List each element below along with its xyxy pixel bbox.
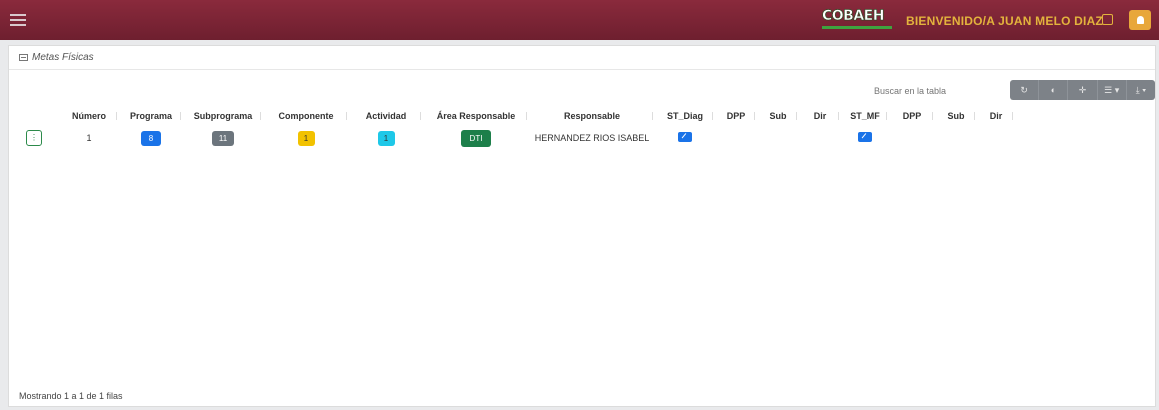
- row-options-button[interactable]: ⋮: [26, 130, 42, 146]
- cell-dir-2: [977, 126, 1015, 150]
- fullscreen-button[interactable]: ✛: [1068, 80, 1098, 100]
- col-dpp[interactable]: DPP: [715, 106, 757, 126]
- table-row: ⋮ 1 8 11 1 1 DTI HERNANDEZ RIOS ISABEL: [9, 126, 1015, 150]
- toggle-view-button[interactable]: ◐: [1039, 80, 1069, 100]
- st-mf-edit-icon[interactable]: [858, 132, 872, 142]
- card-title: Metas Físicas: [32, 52, 94, 63]
- cell-dpp-2: [889, 126, 935, 150]
- componente-badge: 1: [297, 130, 315, 146]
- table-icon: [19, 54, 28, 61]
- table-toolbar: ↻ ◐ ✛ ☰ ▾ ⤓ ▾: [1010, 80, 1155, 100]
- welcome-text[interactable]: BIENVENIDO/A JUAN MELO DIAZ: [906, 14, 1103, 28]
- st-diag-edit-icon[interactable]: [678, 132, 692, 142]
- bell-icon: [1136, 16, 1144, 24]
- cell-sub-2: [935, 126, 977, 150]
- col-dpp-2[interactable]: DPP: [889, 106, 935, 126]
- col-st-mf[interactable]: ST_MF: [841, 106, 889, 126]
- export-dropdown-button[interactable]: ⤓ ▾: [1127, 80, 1155, 100]
- col-area[interactable]: Área Responsable: [423, 106, 529, 126]
- refresh-button[interactable]: ↻: [1010, 80, 1040, 100]
- cell-dir: [799, 126, 841, 150]
- user-icon[interactable]: [1102, 14, 1113, 25]
- cell-numero: 1: [86, 133, 92, 143]
- col-sub[interactable]: Sub: [757, 106, 799, 126]
- col-sub-2[interactable]: Sub: [935, 106, 977, 126]
- col-st-diag[interactable]: ST_Diag: [655, 106, 715, 126]
- table-header-row: Número Programa Subprograma Componente A…: [9, 106, 1015, 126]
- col-responsable[interactable]: Responsable: [529, 106, 655, 126]
- area-badge: DTI: [461, 129, 491, 147]
- col-componente[interactable]: Componente: [263, 106, 349, 126]
- metas-card: Metas Físicas ↻ ◐ ✛ ☰ ▾ ⤓ ▾ Número Progr…: [8, 45, 1156, 407]
- actividad-badge: 1: [377, 130, 395, 146]
- col-dir[interactable]: Dir: [799, 106, 841, 126]
- col-dir-2[interactable]: Dir: [977, 106, 1015, 126]
- col-numero[interactable]: Número: [59, 106, 119, 126]
- notification-bell-button[interactable]: [1129, 10, 1151, 30]
- col-options: [9, 106, 59, 126]
- columns-dropdown-button[interactable]: ☰ ▾: [1098, 80, 1127, 100]
- col-actividad[interactable]: Actividad: [349, 106, 423, 126]
- cell-dpp: [715, 126, 757, 150]
- search-input[interactable]: [868, 82, 1006, 100]
- pagination-info: Mostrando 1 a 1 de 1 filas: [19, 391, 123, 401]
- cell-responsable: HERNANDEZ RIOS ISABEL: [534, 133, 650, 143]
- col-programa[interactable]: Programa: [119, 106, 183, 126]
- menu-icon[interactable]: [10, 14, 26, 26]
- top-navbar: COBAEH BIENVENIDO/A JUAN MELO DIAZ: [0, 0, 1159, 40]
- cobaeh-logo: COBAEH: [822, 9, 894, 31]
- col-subprograma[interactable]: Subprograma: [183, 106, 263, 126]
- cell-sub: [757, 126, 799, 150]
- programa-badge: 8: [141, 130, 161, 146]
- subprograma-badge: 11: [212, 130, 234, 146]
- metas-table: Número Programa Subprograma Componente A…: [9, 106, 1015, 150]
- card-header: Metas Físicas: [9, 46, 1155, 70]
